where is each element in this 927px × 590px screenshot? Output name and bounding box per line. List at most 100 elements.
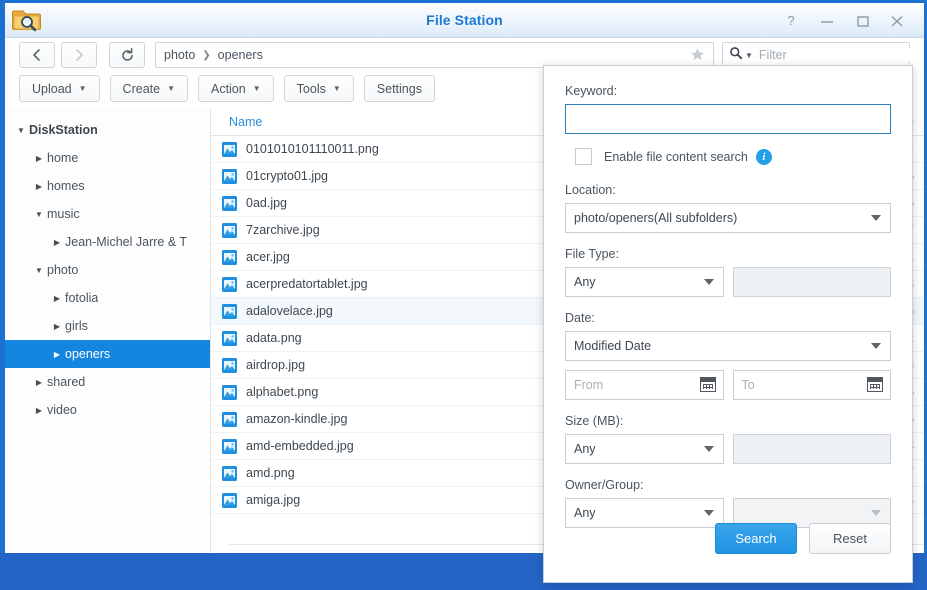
info-icon[interactable]: i xyxy=(755,148,772,165)
image-file-icon xyxy=(222,276,237,292)
sidebar-item-label: music xyxy=(47,207,80,221)
location-label: Location: xyxy=(565,183,616,197)
chevron-right-icon[interactable]: ▶ xyxy=(31,406,47,415)
owner-group-value: Any xyxy=(574,506,596,520)
file-name-label: acer.jpg xyxy=(246,250,290,264)
chevron-down-icon[interactable]: ▼ xyxy=(745,51,753,60)
file-name-label: adata.png xyxy=(246,331,302,345)
content-search-row[interactable]: Enable file content search i xyxy=(575,148,891,165)
search-button[interactable]: Search xyxy=(715,523,797,554)
back-button[interactable] xyxy=(19,42,55,68)
create-button[interactable]: Create ▼ xyxy=(109,75,188,102)
sidebar-item-photo[interactable]: ▼ photo xyxy=(5,256,210,284)
date-group: Date: Modified Date From To xyxy=(565,311,891,400)
date-from-placeholder: From xyxy=(574,378,604,392)
owner-group-group: Owner/Group: Any xyxy=(565,478,891,528)
chevron-down-icon[interactable]: ▼ xyxy=(31,210,47,219)
reset-button[interactable]: Reset xyxy=(809,523,891,554)
search-icon xyxy=(729,46,743,65)
sidebar-item-fotolia[interactable]: ▶ fotolia xyxy=(5,284,210,312)
sidebar-item-label: Jean-Michel Jarre & T xyxy=(65,235,188,249)
chevron-down-icon: ▼ xyxy=(167,84,175,93)
file-type-extension-input[interactable] xyxy=(732,267,891,297)
sidebar-item-girls[interactable]: ▶ girls xyxy=(5,312,210,340)
action-button[interactable]: Action ▼ xyxy=(198,75,274,102)
date-to-input[interactable]: To xyxy=(732,370,891,400)
filter-input[interactable] xyxy=(758,48,920,62)
sidebar-item-diskstation[interactable]: ▼ DiskStation xyxy=(5,116,210,144)
chevron-right-icon[interactable]: ▶ xyxy=(31,154,47,163)
image-file-icon xyxy=(222,357,237,373)
settings-label: Settings xyxy=(376,81,422,96)
file-type-select[interactable]: Any xyxy=(565,267,724,297)
size-label: Size (MB): xyxy=(565,414,624,428)
image-file-icon xyxy=(222,465,237,481)
close-button[interactable] xyxy=(889,13,905,29)
file-type-group: File Type: Any xyxy=(565,247,891,297)
location-group: Location: photo/openers(All subfolders) xyxy=(565,183,891,233)
partial-row-clip xyxy=(221,521,238,525)
date-label: Date: xyxy=(565,311,595,325)
location-value: photo/openers(All subfolders) xyxy=(574,211,738,225)
chevron-down-icon[interactable]: ▼ xyxy=(31,266,47,275)
keyword-input[interactable] xyxy=(565,104,891,134)
file-name-label: amd.png xyxy=(246,466,295,480)
upload-label: Upload xyxy=(32,81,72,96)
settings-button[interactable]: Settings xyxy=(363,75,435,102)
date-type-select[interactable]: Modified Date xyxy=(565,331,891,361)
image-file-icon xyxy=(222,438,237,454)
chevron-right-icon[interactable]: ▶ xyxy=(49,350,65,359)
size-amount-input[interactable] xyxy=(732,434,891,464)
chevron-right-icon[interactable]: ▶ xyxy=(49,294,65,303)
size-select[interactable]: Any xyxy=(565,434,724,464)
folder-tree-sidebar[interactable]: ▼ DiskStation ▶ home ▶ homes ▼ music ▶ Jean-Miche… xyxy=(5,108,211,553)
sidebar-item-label: openers xyxy=(65,347,111,361)
sidebar-item-shared[interactable]: ▶ shared xyxy=(5,368,210,396)
chevron-down-icon xyxy=(871,215,881,221)
image-file-icon xyxy=(222,492,237,508)
forward-button[interactable] xyxy=(61,42,97,68)
sidebar-item-home[interactable]: ▶ home xyxy=(5,144,210,172)
search-panel-actions: Search Reset xyxy=(565,523,891,554)
file-name-label: 7zarchive.jpg xyxy=(246,223,320,237)
chevron-down-icon xyxy=(703,510,714,516)
chevron-down-icon xyxy=(871,343,881,349)
sidebar-item-music[interactable]: ▼ music xyxy=(5,200,210,228)
sidebar-item-jean-michel-jarre-t[interactable]: ▶ Jean-Michel Jarre & T xyxy=(5,228,210,256)
image-file-icon xyxy=(222,222,237,238)
star-icon[interactable] xyxy=(690,47,705,65)
file-name-label: airdrop.jpg xyxy=(246,358,306,372)
chevron-right-icon[interactable]: ▶ xyxy=(31,378,47,387)
file-name-label: 0ad.jpg xyxy=(246,196,288,210)
chevron-down-icon xyxy=(703,446,714,452)
breadcrumb-item-photo[interactable]: photo xyxy=(164,48,195,62)
tools-button[interactable]: Tools ▼ xyxy=(283,75,354,102)
maximize-button[interactable] xyxy=(855,13,871,29)
file-name-label: amiga.jpg xyxy=(246,493,301,507)
sidebar-item-label: shared xyxy=(47,375,86,389)
sidebar-item-homes[interactable]: ▶ homes xyxy=(5,172,210,200)
breadcrumb-item-openers[interactable]: openers xyxy=(218,48,263,62)
sidebar-item-openers[interactable]: ▶ openers xyxy=(5,340,210,368)
refresh-button[interactable] xyxy=(109,42,145,68)
file-name-label: acerpredatortablet.jpg xyxy=(246,277,368,291)
upload-button[interactable]: Upload ▼ xyxy=(19,75,100,102)
tools-label: Tools xyxy=(296,81,326,96)
calendar-icon[interactable] xyxy=(867,377,883,392)
image-file-icon xyxy=(222,249,237,265)
advanced-search-panel: Keyword: Enable file content search i Lo… xyxy=(543,65,913,583)
help-button[interactable]: ? xyxy=(783,13,799,29)
chevron-down-icon[interactable]: ▼ xyxy=(13,126,29,135)
file-name-label: amazon-kindle.jpg xyxy=(246,412,348,426)
sidebar-item-video[interactable]: ▶ video xyxy=(5,396,210,424)
chevron-right-icon[interactable]: ▶ xyxy=(31,182,47,191)
location-select[interactable]: photo/openers(All subfolders) xyxy=(565,203,891,233)
minimize-button[interactable] xyxy=(819,13,835,29)
date-from-input[interactable]: From xyxy=(565,370,724,400)
image-file-icon xyxy=(222,384,237,400)
sidebar-item-label: homes xyxy=(47,179,85,193)
chevron-right-icon[interactable]: ▶ xyxy=(49,238,65,247)
chevron-right-icon[interactable]: ▶ xyxy=(49,322,65,331)
calendar-icon[interactable] xyxy=(699,377,716,392)
content-search-checkbox[interactable] xyxy=(575,148,592,165)
